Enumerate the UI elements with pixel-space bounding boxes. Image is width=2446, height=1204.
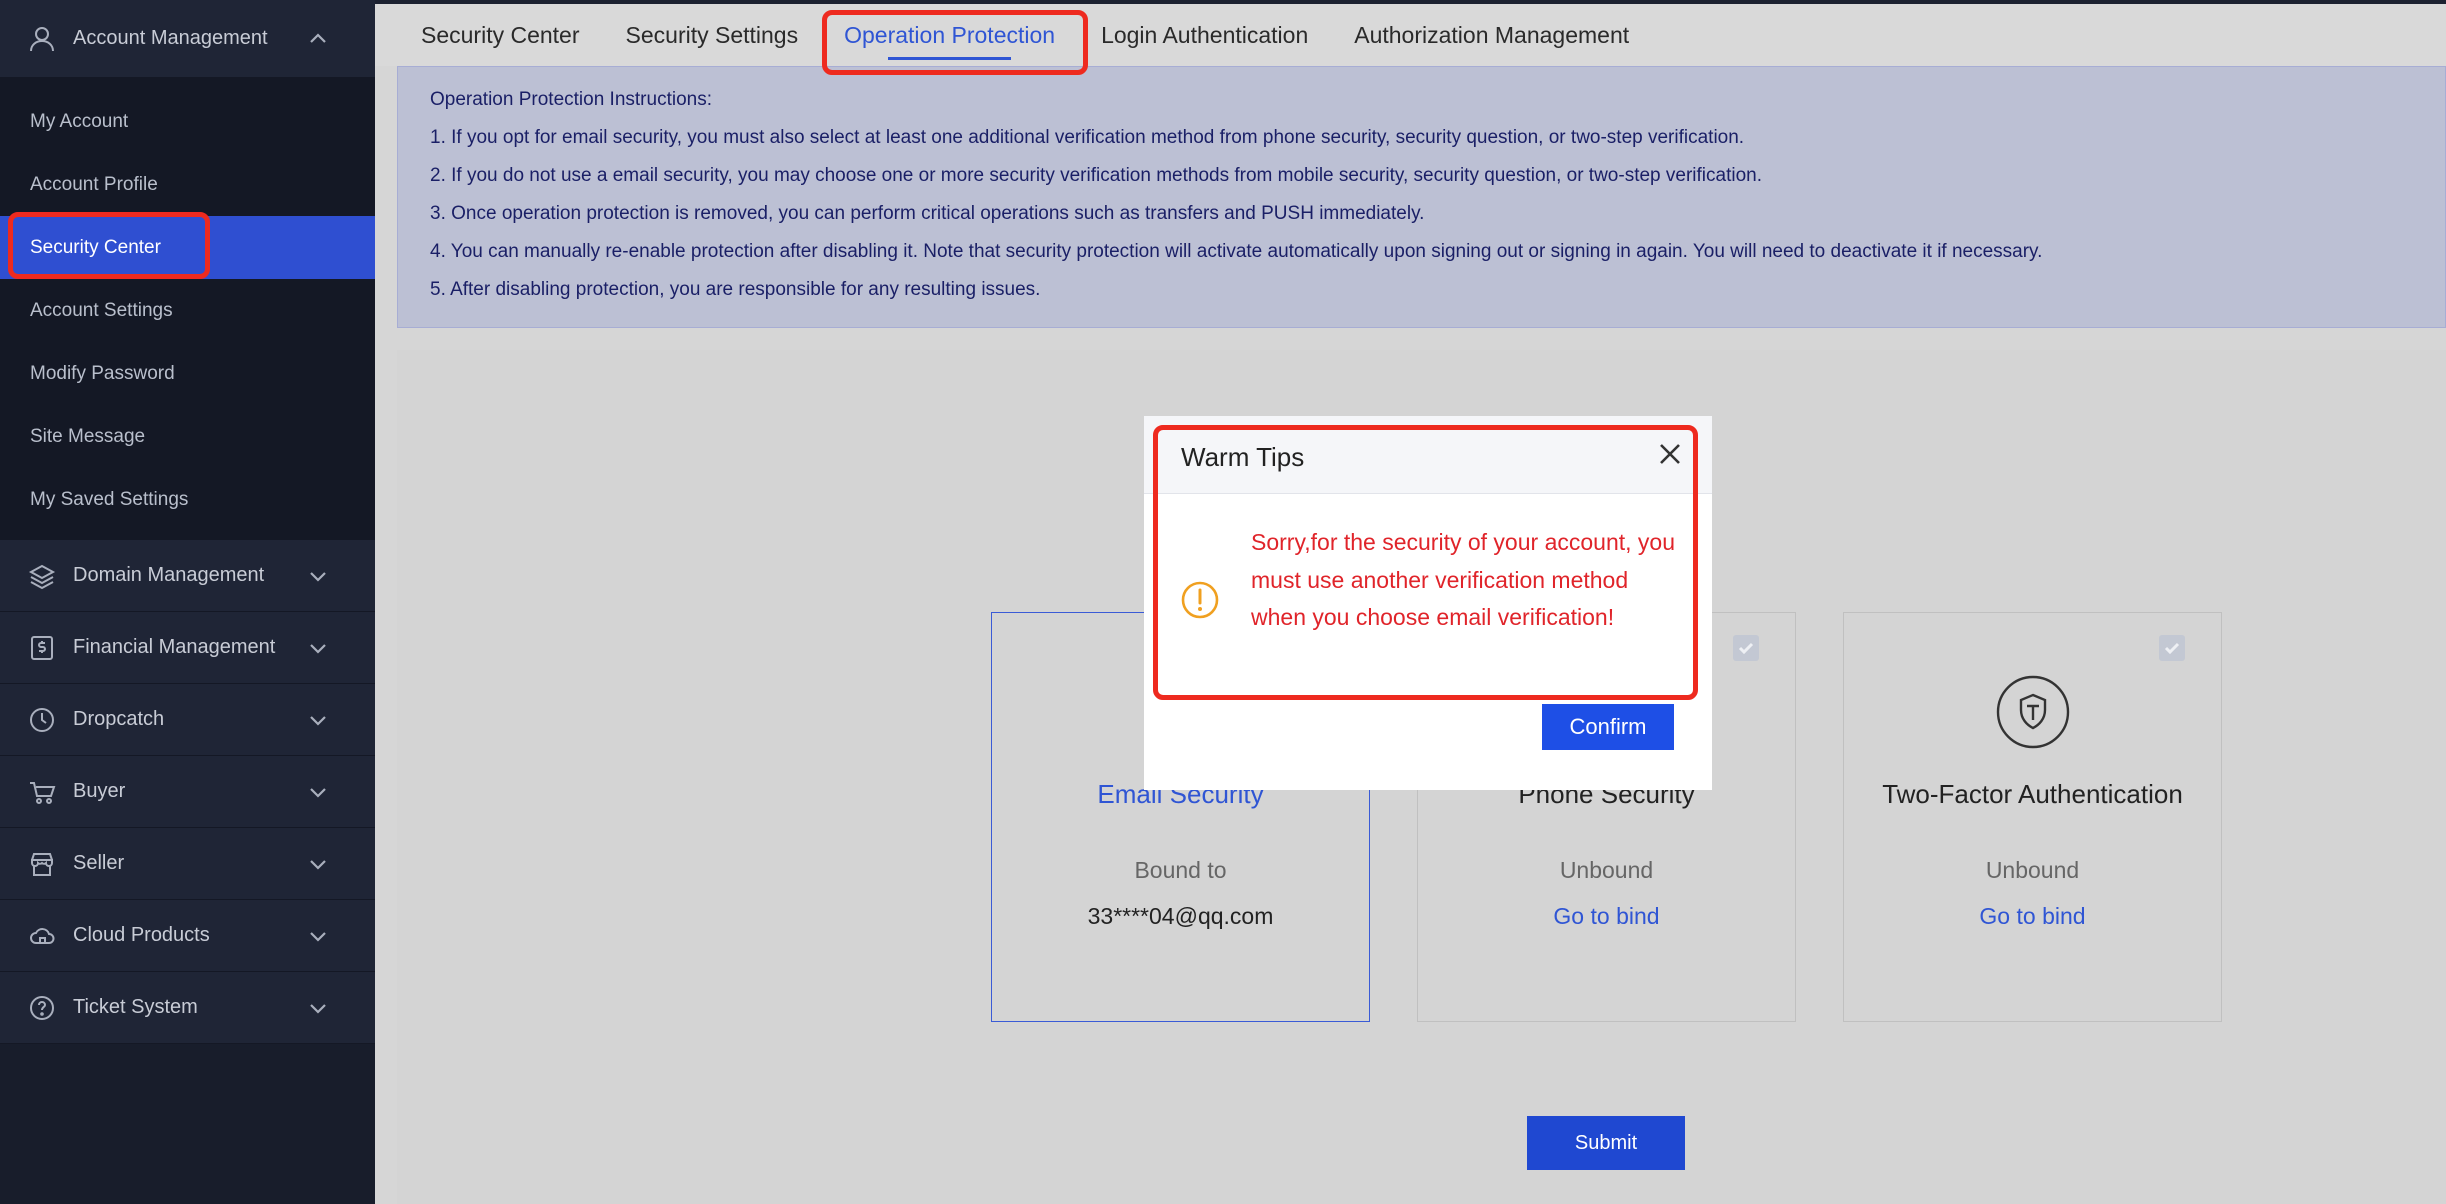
- chevron-down-icon: [306, 996, 330, 1020]
- sidebar-submenu: My Account Account Profile Security Cent…: [0, 78, 375, 540]
- card-two-factor-authentication[interactable]: Two-Factor Authentication Unbound Go to …: [1843, 612, 2222, 1022]
- help-circle-icon: [28, 994, 56, 1022]
- checkbox-icon[interactable]: [1733, 635, 1759, 661]
- sidebar-group-label: Dropcatch: [73, 708, 165, 730]
- card-status: Bound to: [1134, 857, 1227, 883]
- sidebar-item-site-message[interactable]: Site Message: [0, 405, 375, 468]
- sidebar-item-account-settings[interactable]: Account Settings: [0, 279, 375, 342]
- sidebar-group-domain-management[interactable]: Domain Management: [0, 540, 375, 612]
- sidebar-group-account-management[interactable]: Account Management: [0, 0, 375, 78]
- sidebar-group-label: Seller: [73, 852, 125, 874]
- sidebar-group-label: Cloud Products: [73, 924, 210, 946]
- chevron-up-icon: [306, 27, 330, 51]
- close-icon[interactable]: [1656, 440, 1684, 468]
- warning-icon: [1180, 580, 1220, 620]
- instruction-line: 4. You can manually re-enable protection…: [430, 241, 2043, 262]
- go-to-bind-link[interactable]: Go to bind: [1844, 903, 2221, 930]
- card-bound-value: 33****04@qq.com: [1087, 903, 1274, 929]
- sidebar-item-account-profile[interactable]: Account Profile: [0, 153, 375, 216]
- sidebar-group-ticket-system[interactable]: Ticket System: [0, 972, 375, 1044]
- sidebar-group-label: Financial Management: [73, 636, 276, 658]
- sidebar-group-seller[interactable]: Seller: [0, 828, 375, 900]
- sidebar-group-label: Ticket System: [73, 996, 198, 1018]
- cloud-icon: [28, 922, 56, 950]
- dialog-header: Warm Tips: [1144, 416, 1712, 494]
- chevron-down-icon: [306, 924, 330, 948]
- tab-login-authentication[interactable]: Login Authentication: [1101, 4, 1308, 66]
- sidebar: Account Management My Account Account Pr…: [0, 0, 375, 1204]
- instruction-line: 3. Once operation protection is removed,…: [430, 203, 1425, 224]
- sidebar-item-modify-password[interactable]: Modify Password: [0, 342, 375, 405]
- instruction-line: 2. If you do not use a email security, y…: [430, 165, 1762, 186]
- chevron-down-icon: [306, 636, 330, 660]
- sidebar-group-label: Domain Management: [73, 564, 265, 586]
- dialog-message: Sorry,for the security of your account, …: [1251, 529, 1675, 630]
- sidebar-item-my-saved-settings[interactable]: My Saved Settings: [0, 468, 375, 531]
- tab-operation-protection[interactable]: Operation Protection: [844, 4, 1055, 66]
- tab-security-settings[interactable]: Security Settings: [626, 4, 799, 66]
- warm-tips-dialog: Warm Tips Sorry,for the security of your…: [1144, 416, 1712, 790]
- sidebar-group-dropcatch[interactable]: Dropcatch: [0, 684, 375, 756]
- dialog-title: Warm Tips: [1181, 442, 1305, 472]
- card-status: Unbound: [1559, 857, 1654, 883]
- two-factor-shield-icon: [1996, 675, 2070, 749]
- chevron-down-icon: [306, 780, 330, 804]
- tab-bar: Security Center Security Settings Operat…: [375, 4, 2446, 66]
- instructions-box: Operation Protection Instructions: 1. If…: [397, 66, 2446, 328]
- sidebar-group-label: Account Management: [73, 27, 268, 49]
- tab-authorization-management[interactable]: Authorization Management: [1354, 4, 1629, 66]
- instructions-title: Operation Protection Instructions:: [430, 89, 712, 110]
- layers-icon: [28, 562, 56, 590]
- sidebar-group-buyer[interactable]: Buyer: [0, 756, 375, 828]
- confirm-button[interactable]: Confirm: [1542, 704, 1674, 750]
- store-icon: [28, 850, 56, 878]
- submit-button[interactable]: Submit: [1527, 1116, 1685, 1170]
- clock-icon: [28, 706, 56, 734]
- dollar-icon: [28, 634, 56, 662]
- chevron-down-icon: [306, 708, 330, 732]
- cart-icon: [28, 778, 56, 806]
- card-title: Two-Factor Authentication: [1882, 779, 2183, 809]
- user-icon: [28, 25, 56, 53]
- sidebar-item-security-center[interactable]: Security Center: [0, 216, 375, 279]
- instruction-line: 1. If you opt for email security, you mu…: [430, 127, 1745, 148]
- sidebar-group-financial-management[interactable]: Financial Management: [0, 612, 375, 684]
- sidebar-group-cloud-products[interactable]: Cloud Products: [0, 900, 375, 972]
- sidebar-item-my-account[interactable]: My Account: [0, 90, 375, 153]
- instruction-line: 5. After disabling protection, you are r…: [430, 279, 1041, 300]
- card-status: Unbound: [1985, 857, 2080, 883]
- checkbox-icon[interactable]: [2159, 635, 2185, 661]
- tab-security-center[interactable]: Security Center: [421, 4, 580, 66]
- chevron-down-icon: [306, 852, 330, 876]
- chevron-down-icon: [306, 564, 330, 588]
- go-to-bind-link[interactable]: Go to bind: [1418, 903, 1795, 930]
- sidebar-group-label: Buyer: [73, 780, 126, 802]
